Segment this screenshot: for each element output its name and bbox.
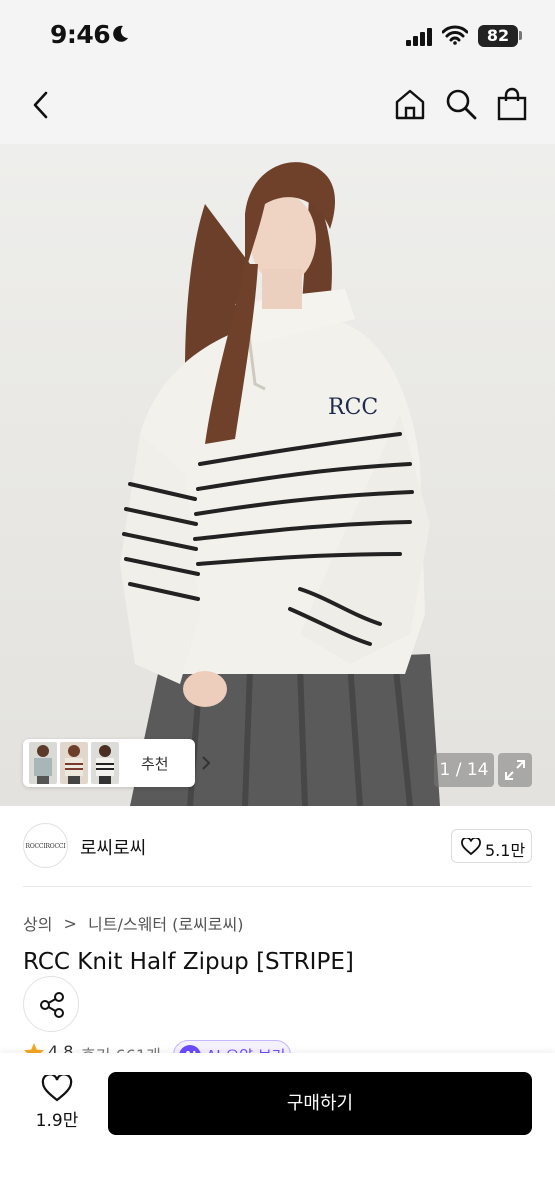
heart-icon bbox=[461, 838, 481, 856]
category-level1[interactable]: 상의 bbox=[23, 911, 52, 935]
signal-icon bbox=[406, 28, 432, 46]
product-photo: RCC bbox=[120, 162, 440, 806]
category-level2[interactable]: 니트/스웨터 (로씨로씨) bbox=[88, 911, 243, 935]
recommend-thumbnail bbox=[29, 742, 57, 784]
svg-text:RCC: RCC bbox=[328, 395, 378, 420]
recommend-thumbnail bbox=[60, 742, 88, 784]
image-counter: 1 / 14 bbox=[434, 753, 494, 787]
share-button[interactable] bbox=[23, 976, 79, 1032]
back-arrow-icon[interactable] bbox=[28, 90, 54, 120]
breadcrumb-separator: > bbox=[63, 913, 77, 933]
product-image[interactable]: RCC bbox=[0, 144, 555, 806]
status-time: 9:46 bbox=[50, 20, 111, 49]
status-bar: 9:46 82 bbox=[0, 0, 555, 72]
recommend-label: 추천 bbox=[141, 755, 169, 773]
battery-icon: 82 bbox=[478, 25, 518, 47]
brand-like-count: 5.1만 bbox=[485, 841, 526, 860]
battery-nub bbox=[519, 31, 522, 40]
expand-button[interactable] bbox=[498, 753, 532, 787]
product-title: RCC Knit Half Zipup [STRIPE] bbox=[23, 949, 354, 975]
moon-icon bbox=[113, 25, 128, 42]
recommendation-chip[interactable]: 추천 bbox=[23, 739, 211, 787]
heart-icon[interactable] bbox=[41, 1075, 73, 1103]
share-icon bbox=[40, 992, 64, 1018]
expand-icon bbox=[505, 760, 525, 780]
divider bbox=[23, 886, 532, 887]
brand-like-button[interactable]: 5.1만 bbox=[451, 829, 532, 863]
brand-name[interactable]: 로씨로씨 bbox=[80, 834, 146, 860]
wifi-icon bbox=[442, 25, 468, 45]
recommend-thumbnail bbox=[91, 742, 119, 784]
top-nav-bar bbox=[0, 72, 555, 144]
search-icon[interactable] bbox=[444, 87, 478, 121]
shopping-bag-icon[interactable] bbox=[496, 87, 528, 121]
buy-button[interactable]: 구매하기 bbox=[108, 1072, 532, 1135]
wish-count: 1.9만 bbox=[35, 1111, 79, 1131]
category-breadcrumb: 상의 > 니트/스웨터 (로씨로씨) bbox=[23, 911, 244, 935]
brand-logo[interactable]: ROCCIROCCI bbox=[23, 823, 68, 868]
chevron-right-icon bbox=[202, 756, 211, 770]
home-icon[interactable] bbox=[393, 87, 427, 121]
